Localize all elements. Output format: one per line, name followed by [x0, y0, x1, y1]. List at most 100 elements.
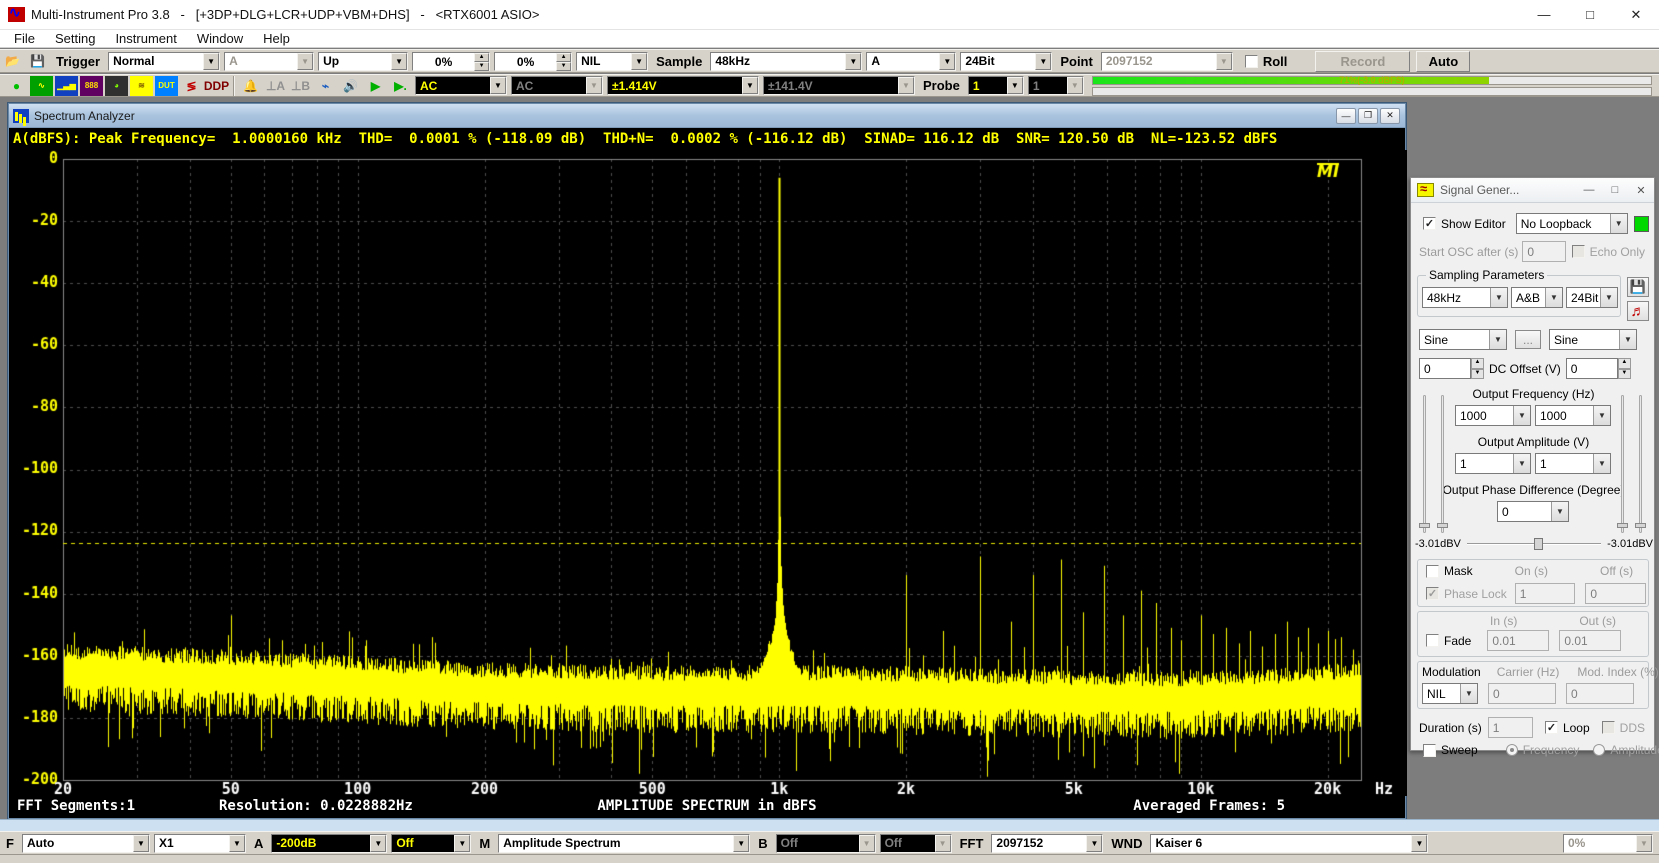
- child-restore-button[interactable]: ❐: [1358, 108, 1378, 124]
- fade-checkbox[interactable]: Fade: [1426, 634, 1471, 648]
- probe-calibration-icon[interactable]: ⌁: [314, 76, 337, 96]
- bit-depth-select[interactable]: 24Bit▼: [960, 52, 1052, 71]
- spectrum-analyzer-icon[interactable]: ▁▃▅: [55, 76, 78, 96]
- more-options-button[interactable]: ...: [1515, 330, 1541, 349]
- level-fader-b2-track[interactable]: [1639, 395, 1642, 533]
- trigger-edge-select[interactable]: Up▼: [318, 52, 408, 71]
- app-titlebar[interactable]: Multi-Instrument Pro 3.8 - [+3DP+DLG+LCR…: [0, 0, 1659, 30]
- phase-difference-select[interactable]: 0▼: [1497, 501, 1569, 522]
- sg-minimize-button[interactable]: —: [1580, 184, 1598, 197]
- spin-up-icon[interactable]: ▲: [474, 53, 489, 62]
- sg-bits-select[interactable]: 24Bit▼: [1566, 287, 1618, 308]
- dc-offset-a-input[interactable]: 0: [1419, 358, 1471, 379]
- level-fader-a-handle[interactable]: [1419, 523, 1430, 528]
- sample-rate-select[interactable]: 48kHz▼: [710, 52, 862, 71]
- oscilloscope-icon[interactable]: ∿: [30, 76, 53, 96]
- balance-slider[interactable]: [1467, 537, 1601, 551]
- level-fader-b2-handle[interactable]: [1635, 523, 1646, 528]
- generator-run-button[interactable]: [1634, 216, 1649, 232]
- menu-help[interactable]: Help: [253, 30, 300, 48]
- spectrum-window-titlebar[interactable]: Spectrum Analyzer — ❐ ✕: [9, 104, 1405, 128]
- show-editor-checkbox[interactable]: Show Editor: [1423, 217, 1506, 231]
- spin-up-icon[interactable]: ▲: [1618, 358, 1631, 369]
- child-close-button[interactable]: ✕: [1380, 108, 1400, 124]
- sg-channels-select[interactable]: A&B▼: [1511, 287, 1563, 308]
- roll-checkbox[interactable]: Roll: [1245, 54, 1288, 69]
- music-score-icon[interactable]: ♬: [1627, 301, 1649, 321]
- a-range-select[interactable]: -200dB▼: [271, 834, 387, 853]
- trigger-level-spinner[interactable]: 0% ▲▼: [412, 52, 490, 71]
- ground-a-icon[interactable]: ⊥A: [264, 76, 287, 96]
- play-icon[interactable]: ▶: [364, 76, 387, 96]
- modulation-type-select[interactable]: NIL▼: [1422, 683, 1478, 704]
- waveform-a-select[interactable]: Sine▼: [1419, 329, 1507, 350]
- loop-checkbox[interactable]: Loop: [1545, 721, 1590, 735]
- fft-size-select[interactable]: 2097152▼: [991, 834, 1103, 853]
- run-icon[interactable]: ●: [5, 76, 28, 96]
- loopback-select[interactable]: No Loopback▼: [1516, 213, 1628, 234]
- signal-generator-titlebar[interactable]: Signal Gener... — □ ✕: [1411, 178, 1654, 203]
- sample-channel-select[interactable]: A▼: [866, 52, 956, 71]
- waveform-b-select[interactable]: Sine▼: [1549, 329, 1637, 350]
- balance-slider-handle[interactable]: [1534, 538, 1543, 550]
- spin-down-icon[interactable]: ▼: [474, 62, 489, 71]
- lcr-meter-icon[interactable]: DUT: [155, 76, 178, 96]
- sg-sample-rate-select[interactable]: 48kHz▼: [1422, 287, 1508, 308]
- multimeter-icon[interactable]: 888: [80, 76, 103, 96]
- spectrum-3d-plot-icon[interactable]: ◕: [105, 76, 128, 96]
- menu-setting[interactable]: Setting: [45, 30, 105, 48]
- analysis-mode-select[interactable]: Amplitude Spectrum▼: [498, 834, 750, 853]
- menu-instrument[interactable]: Instrument: [105, 30, 186, 48]
- level-fader-b-handle[interactable]: [1617, 523, 1628, 528]
- a-shift-select[interactable]: Off▼: [391, 834, 471, 853]
- hpf-select[interactable]: NIL▼: [576, 52, 648, 71]
- freq-axis-select[interactable]: Auto▼: [22, 834, 150, 853]
- maximize-button[interactable]: □: [1567, 0, 1613, 30]
- sound-output-icon[interactable]: 🔊: [339, 76, 362, 96]
- menu-file[interactable]: File: [4, 30, 45, 48]
- spectrum-plot[interactable]: [9, 150, 1407, 796]
- spin-down-icon[interactable]: ▼: [1618, 369, 1631, 380]
- range-a-select[interactable]: ±1.414V▼: [607, 76, 759, 95]
- spin-down-icon[interactable]: ▼: [556, 62, 571, 71]
- derived-data-point-icon[interactable]: ≶: [180, 76, 203, 96]
- level-fader-a-track[interactable]: [1423, 395, 1426, 533]
- coupling-a-select[interactable]: AC▼: [415, 76, 507, 95]
- level-fader-b-track[interactable]: [1621, 395, 1624, 533]
- open-file-icon[interactable]: 📂: [1, 51, 24, 71]
- spin-up-icon[interactable]: ▲: [556, 53, 571, 62]
- auto-button[interactable]: Auto: [1416, 51, 1470, 72]
- sg-close-button[interactable]: ✕: [1632, 184, 1650, 197]
- workspace-scrollbar[interactable]: [0, 819, 1659, 831]
- alarm-icon[interactable]: 🔔: [239, 76, 262, 96]
- ddp-viewer-icon[interactable]: DDP: [205, 76, 228, 96]
- frequency-b-select[interactable]: 1000▼: [1535, 405, 1611, 426]
- spin-up-icon[interactable]: ▲: [1471, 358, 1484, 369]
- chevron-down-icon: ▼: [1610, 214, 1627, 233]
- dc-offset-b-input[interactable]: 0: [1566, 358, 1618, 379]
- save-file-icon[interactable]: 💾: [26, 51, 49, 71]
- trigger-mode-select[interactable]: Normal▼: [108, 52, 220, 71]
- frequency-a-select[interactable]: 1000▼: [1455, 405, 1531, 426]
- amplitude-a-select[interactable]: 1▼: [1455, 453, 1531, 474]
- play-loop-icon[interactable]: ▶.: [389, 76, 412, 96]
- freq-zoom-select[interactable]: X1▼: [154, 834, 246, 853]
- menu-window[interactable]: Window: [187, 30, 253, 48]
- amplitude-b-select[interactable]: 1▼: [1535, 453, 1611, 474]
- trigger-delay-spinner[interactable]: 0% ▲▼: [494, 52, 572, 71]
- level-fader-a2-handle[interactable]: [1437, 523, 1448, 528]
- data-logger-icon[interactable]: ≋: [130, 76, 153, 96]
- sweep-checkbox[interactable]: Sweep: [1423, 743, 1478, 757]
- spin-down-icon[interactable]: ▼: [1471, 369, 1484, 380]
- ground-b-icon[interactable]: ⊥B: [289, 76, 312, 96]
- level-fader-a2-track[interactable]: [1441, 395, 1444, 533]
- mask-checkbox[interactable]: Mask: [1426, 564, 1473, 578]
- sg-maximize-button[interactable]: □: [1606, 184, 1624, 197]
- minimize-button[interactable]: —: [1521, 0, 1567, 30]
- close-button[interactable]: ✕: [1613, 0, 1659, 30]
- child-minimize-button[interactable]: —: [1336, 108, 1356, 124]
- fft-segments-text: FFT Segments:1: [17, 798, 135, 814]
- window-function-select[interactable]: Kaiser 6▼: [1150, 834, 1428, 853]
- save-waveform-icon[interactable]: 💾: [1627, 277, 1649, 297]
- probe-a-select[interactable]: 1▼: [968, 76, 1024, 95]
